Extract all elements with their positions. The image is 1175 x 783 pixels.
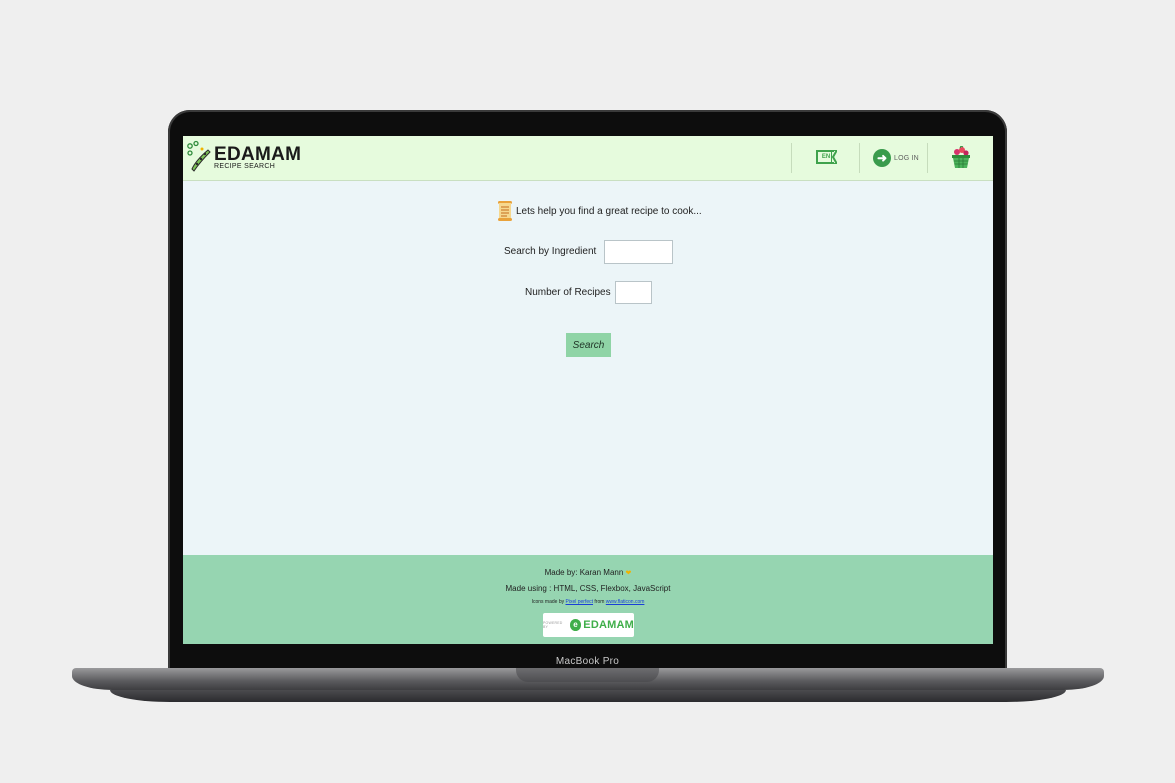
edamam-badge-icon: e <box>569 619 582 631</box>
header-divider <box>791 143 792 173</box>
footer-made-using: Made using : HTML, CSS, Flexbox, JavaScr… <box>505 584 671 593</box>
powered-by-label: POWERED BY <box>543 621 563 629</box>
intro-message: Lets help you find a great recipe to coo… <box>497 200 702 222</box>
laptop-base-edge <box>110 690 1066 702</box>
powered-by-brand: EDAMAM <box>583 619 634 631</box>
login-arrow-icon: ➜ <box>873 149 891 167</box>
powered-by-badge[interactable]: POWERED BY e EDAMAM <box>543 613 634 637</box>
header-divider <box>927 143 928 173</box>
footer-icon-credit: Icons made by Pixel perfect from www.fla… <box>183 599 993 605</box>
site-footer: Made by: Karan Mann ❤ Made using : HTML,… <box>183 555 993 644</box>
flaticon-link[interactable]: www.flaticon.com <box>606 599 645 605</box>
icon-author-link[interactable]: Pixel perfect <box>566 599 594 605</box>
edamam-logo-icon <box>187 140 211 172</box>
search-button[interactable]: Search <box>566 333 611 357</box>
recipe-count-label: Number of Recipes <box>525 287 611 298</box>
basket-icon[interactable] <box>951 146 971 170</box>
recipe-scroll-icon <box>498 201 512 221</box>
laptop-notch <box>516 668 659 682</box>
brand-name[interactable]: EDAMAM <box>214 145 301 164</box>
ingredient-input[interactable] <box>604 240 673 264</box>
browser-viewport: EDAMAM RECIPE SEARCH EN ➜ LOG IN Lets he… <box>183 136 993 644</box>
language-flag-icon <box>831 150 837 164</box>
footer-author: Made by: Karan Mann <box>544 568 624 577</box>
recipe-count-input[interactable] <box>615 281 652 304</box>
footer-made-by: Made by: Karan Mann ❤ <box>183 568 993 577</box>
brand-subtitle: RECIPE SEARCH <box>214 163 276 170</box>
site-header: EDAMAM RECIPE SEARCH EN ➜ LOG IN <box>183 136 993 181</box>
ingredient-label: Search by Ingredient <box>504 246 597 257</box>
login-label: LOG IN <box>894 154 919 162</box>
heart-icon: ❤ <box>625 570 632 577</box>
header-divider <box>859 143 860 173</box>
intro-text: Lets help you find a great recipe to coo… <box>516 205 702 217</box>
device-label: MacBook Pro <box>555 656 620 667</box>
icon-credit-middle: from <box>594 599 605 605</box>
login-button[interactable]: ➜ LOG IN <box>873 148 919 168</box>
icon-credit-prefix: Icons made by <box>531 599 565 605</box>
